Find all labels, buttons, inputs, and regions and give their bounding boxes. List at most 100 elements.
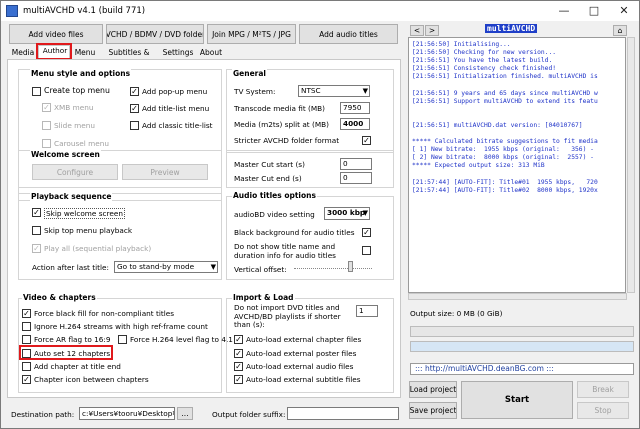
no-import-label: Do not import DVD titles and AVCHD/BD pl…: [234, 303, 341, 329]
brand-label: multiAVCHD: [485, 24, 538, 33]
popup-menu-checkbox[interactable]: ✓: [130, 87, 139, 96]
author-panel: Menu style and options Create top menu ✓…: [7, 59, 401, 398]
close-icon[interactable]: ✕: [609, 2, 639, 20]
xmb-menu-checkbox[interactable]: ✓: [42, 103, 51, 112]
tab-menu[interactable]: Menu: [72, 46, 98, 60]
split-input[interactable]: 4000: [340, 118, 370, 130]
log-line: [21:56:50] Checking for new version...: [412, 49, 557, 57]
log-console: [21:56:50] Initialising... [21:56:50] Che…: [408, 37, 626, 293]
force-ar-checkbox[interactable]: [22, 335, 31, 344]
auto-set-chapters-highlight: [19, 345, 113, 360]
log-line: [ 1] New bitrate: 1955 kbps (original: 3…: [412, 146, 598, 154]
create-top-menu-checkbox[interactable]: [32, 87, 41, 96]
chapter-icon-label: Chapter icon between chapters: [34, 375, 149, 384]
add-video-files-button[interactable]: Add video files: [9, 24, 103, 44]
menu-style-title: Menu style and options: [30, 69, 132, 78]
title-list-checkbox[interactable]: ✓: [130, 104, 139, 113]
add-chapter-end-checkbox[interactable]: [22, 362, 31, 371]
output-suffix-input[interactable]: [287, 407, 399, 420]
configure-button[interactable]: Configure: [32, 164, 118, 180]
log-line: [21:56:51] 9 years and 65 days since mul…: [412, 89, 598, 97]
save-project-button[interactable]: Save project: [409, 402, 457, 419]
break-button[interactable]: Break: [577, 381, 629, 398]
tab-media[interactable]: Media: [9, 46, 37, 60]
chapter-icon-checkbox[interactable]: ✓: [22, 375, 31, 384]
transcode-input[interactable]: 7950: [340, 102, 370, 114]
chapter-files-checkbox[interactable]: ✓: [234, 335, 243, 344]
subtitle-files-checkbox[interactable]: ✓: [234, 375, 243, 384]
start-button[interactable]: Start: [461, 381, 573, 419]
skip-top-menu-checkbox[interactable]: [32, 226, 41, 235]
maximize-icon[interactable]: □: [579, 2, 609, 20]
avchd-folders-button[interactable]: AVCHD / BDMV / DVD folders: [106, 24, 204, 44]
slide-menu-label: Slide menu: [54, 121, 95, 130]
nav-home-button[interactable]: ⌂: [613, 25, 627, 36]
import-load-title: Import & Load: [232, 293, 295, 302]
chevron-down-icon: ▼: [362, 209, 368, 217]
carousel-menu-label: Carousel menu: [54, 139, 109, 148]
nav-next-button[interactable]: >: [425, 25, 439, 36]
no-show-checkbox[interactable]: [362, 246, 371, 255]
stricter-avchd-checkbox[interactable]: ✓: [362, 136, 371, 145]
nav-prev-button[interactable]: <: [410, 25, 424, 36]
tab-subtitles-audio[interactable]: Subtitles & Audio: [99, 46, 159, 70]
vertical-offset-label: Vertical offset:: [234, 265, 287, 274]
url-label[interactable]: ::: http://multiAVCHD.deanBG.com :::: [410, 363, 634, 375]
log-scrollbar[interactable]: [627, 37, 635, 293]
popup-menu-label: Add pop-up menu: [142, 87, 208, 96]
log-line: [ 2] New bitrate: 8000 kbps (original: 2…: [412, 154, 598, 162]
log-line: [21:56:51] Consistency check finished!: [412, 65, 557, 73]
classic-title-list-label: Add classic title-list: [142, 121, 213, 130]
cut-end-input[interactable]: 0: [340, 172, 372, 184]
minimize-icon[interactable]: —: [549, 2, 579, 20]
playback-title: Playback sequence: [30, 192, 113, 201]
tab-settings[interactable]: Settings: [161, 46, 195, 60]
add-audio-titles-button[interactable]: Add audio titles: [299, 24, 398, 44]
play-all-checkbox[interactable]: ✓: [32, 244, 41, 253]
poster-files-checkbox[interactable]: ✓: [234, 349, 243, 358]
chevron-down-icon: ▼: [362, 87, 368, 95]
progress-bar-1: [410, 326, 634, 337]
cut-start-label: Master Cut start (s): [234, 160, 305, 169]
tab-about[interactable]: About: [197, 46, 225, 60]
audio-bitrate-select[interactable]: 3000 kbp ▼: [324, 207, 370, 220]
force-ar-label: Force AR flag to 16:9: [34, 335, 111, 344]
ignore-h264-label: Ignore H.264 streams with high ref-frame…: [34, 322, 208, 331]
black-bg-checkbox[interactable]: ✓: [362, 228, 371, 237]
cut-end-label: Master Cut end (s): [234, 174, 302, 183]
log-hscrollbar[interactable]: [408, 293, 627, 300]
destination-path-input[interactable]: c:¥Users¥tooru¥Desktop¥AVCH: [79, 407, 175, 420]
chevron-down-icon: ▼: [210, 263, 216, 271]
audio-bitrate-value: 3000 kbp: [327, 208, 366, 217]
destination-path-label: Destination path:: [11, 410, 75, 419]
slider-thumb[interactable]: [348, 261, 353, 272]
join-button[interactable]: Join MPG / M²TS / JPG: [207, 24, 296, 44]
carousel-menu-checkbox[interactable]: [42, 139, 51, 148]
skip-welcome-label: Skip welcome screen: [44, 208, 125, 219]
progress-bar-2: [410, 341, 634, 352]
action-after-select[interactable]: Go to stand-by mode ▼: [114, 261, 218, 273]
audio-files-checkbox[interactable]: ✓: [234, 362, 243, 371]
subtitle-files-label: Auto-load external subtitle files: [246, 375, 361, 384]
play-all-label: Play all (sequential playback): [44, 244, 152, 253]
classic-title-list-checkbox[interactable]: [130, 121, 139, 130]
vertical-offset-slider[interactable]: [294, 268, 372, 270]
load-project-button[interactable]: Load project: [409, 381, 457, 398]
author-tab-highlight: [36, 43, 72, 60]
stop-button[interactable]: Stop: [577, 402, 629, 419]
no-import-input[interactable]: 1: [356, 305, 378, 317]
slide-menu-checkbox[interactable]: [42, 121, 51, 130]
force-black-checkbox[interactable]: ✓: [22, 309, 31, 318]
tv-system-select[interactable]: NTSC ▼: [298, 85, 370, 97]
ignore-h264-checkbox[interactable]: [22, 322, 31, 331]
log-line: [21:56:51] Support multiAVCHD to extend …: [412, 97, 598, 105]
log-line: [21:57:44] [AUTO-FIT]: Title#02 8000 kbp…: [412, 186, 598, 194]
preview-button[interactable]: Preview: [122, 164, 208, 180]
browse-button[interactable]: ...: [177, 407, 193, 420]
skip-welcome-checkbox[interactable]: ✓: [32, 208, 41, 217]
cut-start-input[interactable]: 0: [340, 158, 372, 170]
create-top-menu-label: Create top menu: [44, 86, 110, 95]
force-level-checkbox[interactable]: [118, 335, 127, 344]
